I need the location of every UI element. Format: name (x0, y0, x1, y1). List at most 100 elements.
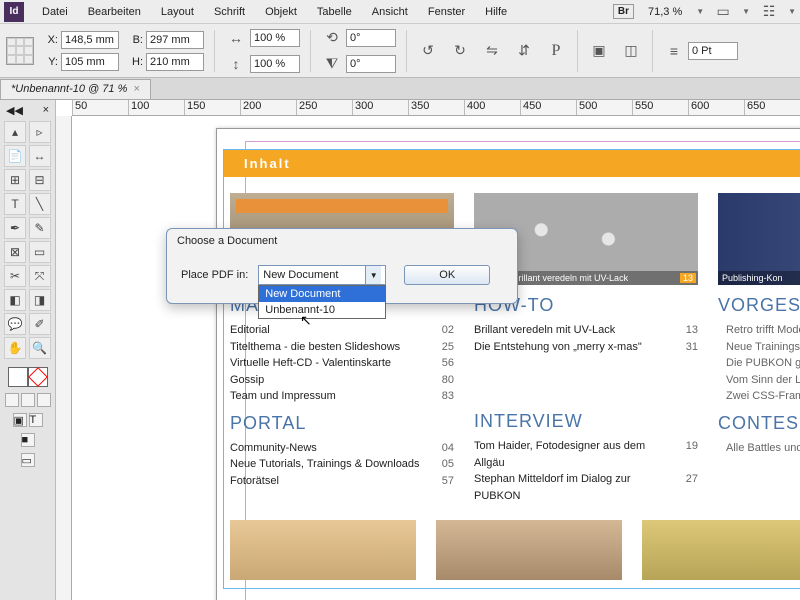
collapse-icon[interactable]: ◀◀ (6, 104, 23, 117)
normal-view-icon[interactable]: ▣ (13, 413, 27, 427)
gradient-swatch-tool[interactable]: ◧ (4, 289, 26, 311)
content-collector-tool[interactable]: ⊞ (4, 169, 26, 191)
direct-selection-tool[interactable]: ▹ (29, 121, 51, 143)
chevron-down-icon[interactable]: ▼ (742, 7, 750, 16)
toc-row: Zwei CSS-Framew (718, 388, 800, 405)
document-tab-bar: *Unbenannt-10 @ 71 %× (0, 78, 800, 100)
document-tab[interactable]: *Unbenannt-10 @ 71 %× (0, 79, 151, 99)
content-placer-tool[interactable]: ⊟ (29, 169, 51, 191)
page-tool[interactable]: 📄 (4, 145, 26, 167)
document-page[interactable]: Inhalt MAGAZIN Editorial02 Titelthema - … (216, 128, 800, 600)
scissors-tool[interactable]: ✂ (4, 265, 26, 287)
y-field[interactable]: 105 mm (61, 53, 119, 71)
menu-objekt[interactable]: Objekt (255, 6, 307, 18)
close-icon[interactable]: × (133, 83, 139, 95)
screen-mode-icon[interactable]: ▭ (21, 453, 35, 467)
scale-y-field[interactable]: 100 % (250, 55, 300, 73)
scale-x-icon: ↔ (225, 27, 247, 49)
rotate-ccw-icon[interactable]: ↺ (417, 40, 439, 62)
combo-option[interactable]: New Document (259, 286, 385, 302)
rectangle-frame-tool[interactable]: ⊠ (4, 241, 26, 263)
menu-fenster[interactable]: Fenster (418, 6, 475, 18)
toc-row: Titelthema - die besten Slideshows25 (230, 339, 454, 356)
arrange-icon[interactable]: ☷ (758, 1, 780, 23)
zoom-level[interactable]: 71,3 % (642, 6, 688, 18)
app-icon: Id (4, 2, 24, 22)
w-label: B: (129, 34, 143, 46)
height-field[interactable]: 210 mm (146, 53, 204, 71)
menu-ansicht[interactable]: Ansicht (362, 6, 418, 18)
place-pdf-label: Place PDF in: (181, 265, 248, 281)
section-title: VORGES (718, 295, 800, 316)
h-label: H: (129, 56, 143, 68)
type-tool[interactable]: T (4, 193, 26, 215)
scale-x-field[interactable]: 100 % (250, 29, 300, 47)
choose-document-dialog: Choose a Document Place PDF in: New Docu… (166, 228, 518, 304)
stroke-field[interactable]: 0 Pt (688, 42, 738, 60)
chevron-down-icon[interactable]: ▼ (788, 7, 796, 16)
rectangle-tool[interactable]: ▭ (29, 241, 51, 263)
menu-bearbeiten[interactable]: Bearbeiten (78, 6, 151, 18)
control-panel: X:148,5 mm Y:105 mm B:297 mm H:210 mm ↔1… (0, 24, 800, 78)
shear-field[interactable]: 0° (346, 55, 396, 73)
apply-none-icon[interactable] (37, 393, 51, 407)
rotate-cw-icon[interactable]: ↻ (449, 40, 471, 62)
scale-y-icon: ↕ (225, 53, 247, 75)
width-field[interactable]: 297 mm (146, 31, 204, 49)
toc-row: Tom Haider, Fotodesigner aus dem Allgäu1… (474, 438, 698, 471)
section-title: PORTAL (230, 413, 454, 434)
section-title: INTERVIEW (474, 411, 698, 432)
line-tool[interactable]: ╲ (29, 193, 51, 215)
toc-row: Alle Battles und C (718, 440, 800, 457)
fill-stroke-swatch[interactable] (4, 367, 51, 387)
char-style-icon[interactable]: P (545, 40, 567, 62)
page-heading: Inhalt (224, 150, 800, 177)
x-label: X: (44, 34, 58, 46)
toc-row: Fotorätsel57 (230, 473, 454, 490)
x-field[interactable]: 148,5 mm (61, 31, 119, 49)
free-transform-tool[interactable]: ⤧ (29, 265, 51, 287)
toc-row: Die Entstehung von „merry x-mas"31 (474, 339, 698, 356)
gradient-feather-tool[interactable]: ◨ (29, 289, 51, 311)
eyedropper-tool[interactable]: ✐ (29, 313, 51, 335)
note-tool[interactable]: 💬 (4, 313, 26, 335)
screen-mode-icon[interactable]: ▭ (712, 1, 734, 23)
pen-tool[interactable]: ✒ (4, 217, 26, 239)
selection-tool[interactable]: ▴ (4, 121, 26, 143)
rotate-field[interactable]: 0° (346, 29, 396, 47)
flip-v-icon[interactable]: ⇵ (513, 40, 535, 62)
flip-h-icon[interactable]: ⇋ (481, 40, 503, 62)
chevron-down-icon[interactable]: ▼ (696, 7, 704, 16)
combo-option[interactable]: Unbenannt-10 (259, 302, 385, 318)
photo (230, 520, 416, 580)
chevron-down-icon[interactable]: ▼ (365, 266, 381, 284)
reference-point[interactable] (6, 37, 34, 65)
select-container-icon[interactable]: ▣ (588, 40, 610, 62)
toc-row: Neue Tutorials, Trainings & Downloads05 (230, 456, 454, 473)
apply-gradient-icon[interactable] (21, 393, 35, 407)
apply-color-icon[interactable] (5, 393, 19, 407)
gap-tool[interactable]: ↔ (29, 145, 51, 167)
toc-row: Editorial02 (230, 322, 454, 339)
close-icon[interactable]: × (43, 104, 49, 117)
thumbnail: Publishing-Kon (718, 193, 800, 285)
y-label: Y: (44, 56, 58, 68)
menu-datei[interactable]: Datei (32, 6, 78, 18)
menu-hilfe[interactable]: Hilfe (475, 6, 517, 18)
canvas[interactable]: 50100150200250300350400450500550600650 I… (56, 100, 800, 600)
view-mode-icon[interactable]: ■ (21, 433, 35, 447)
zoom-tool[interactable]: 🔍 (29, 337, 51, 359)
dialog-title: Choose a Document (167, 229, 517, 253)
toc-row: Brillant veredeln mit UV-Lack13 (474, 322, 698, 339)
pencil-tool[interactable]: ✎ (29, 217, 51, 239)
ok-button[interactable]: OK (404, 265, 490, 285)
menu-schrift[interactable]: Schrift (204, 6, 255, 18)
hand-tool[interactable]: ✋ (4, 337, 26, 359)
menu-layout[interactable]: Layout (151, 6, 204, 18)
toc-row: Community-News04 (230, 440, 454, 457)
bridge-button[interactable]: Br (613, 4, 634, 19)
select-content-icon[interactable]: ◫ (620, 40, 642, 62)
preview-view-icon[interactable]: T (29, 413, 43, 427)
menu-tabelle[interactable]: Tabelle (307, 6, 362, 18)
place-pdf-combo[interactable]: New Document▼ New Document Unbenannt-10 (258, 265, 386, 285)
